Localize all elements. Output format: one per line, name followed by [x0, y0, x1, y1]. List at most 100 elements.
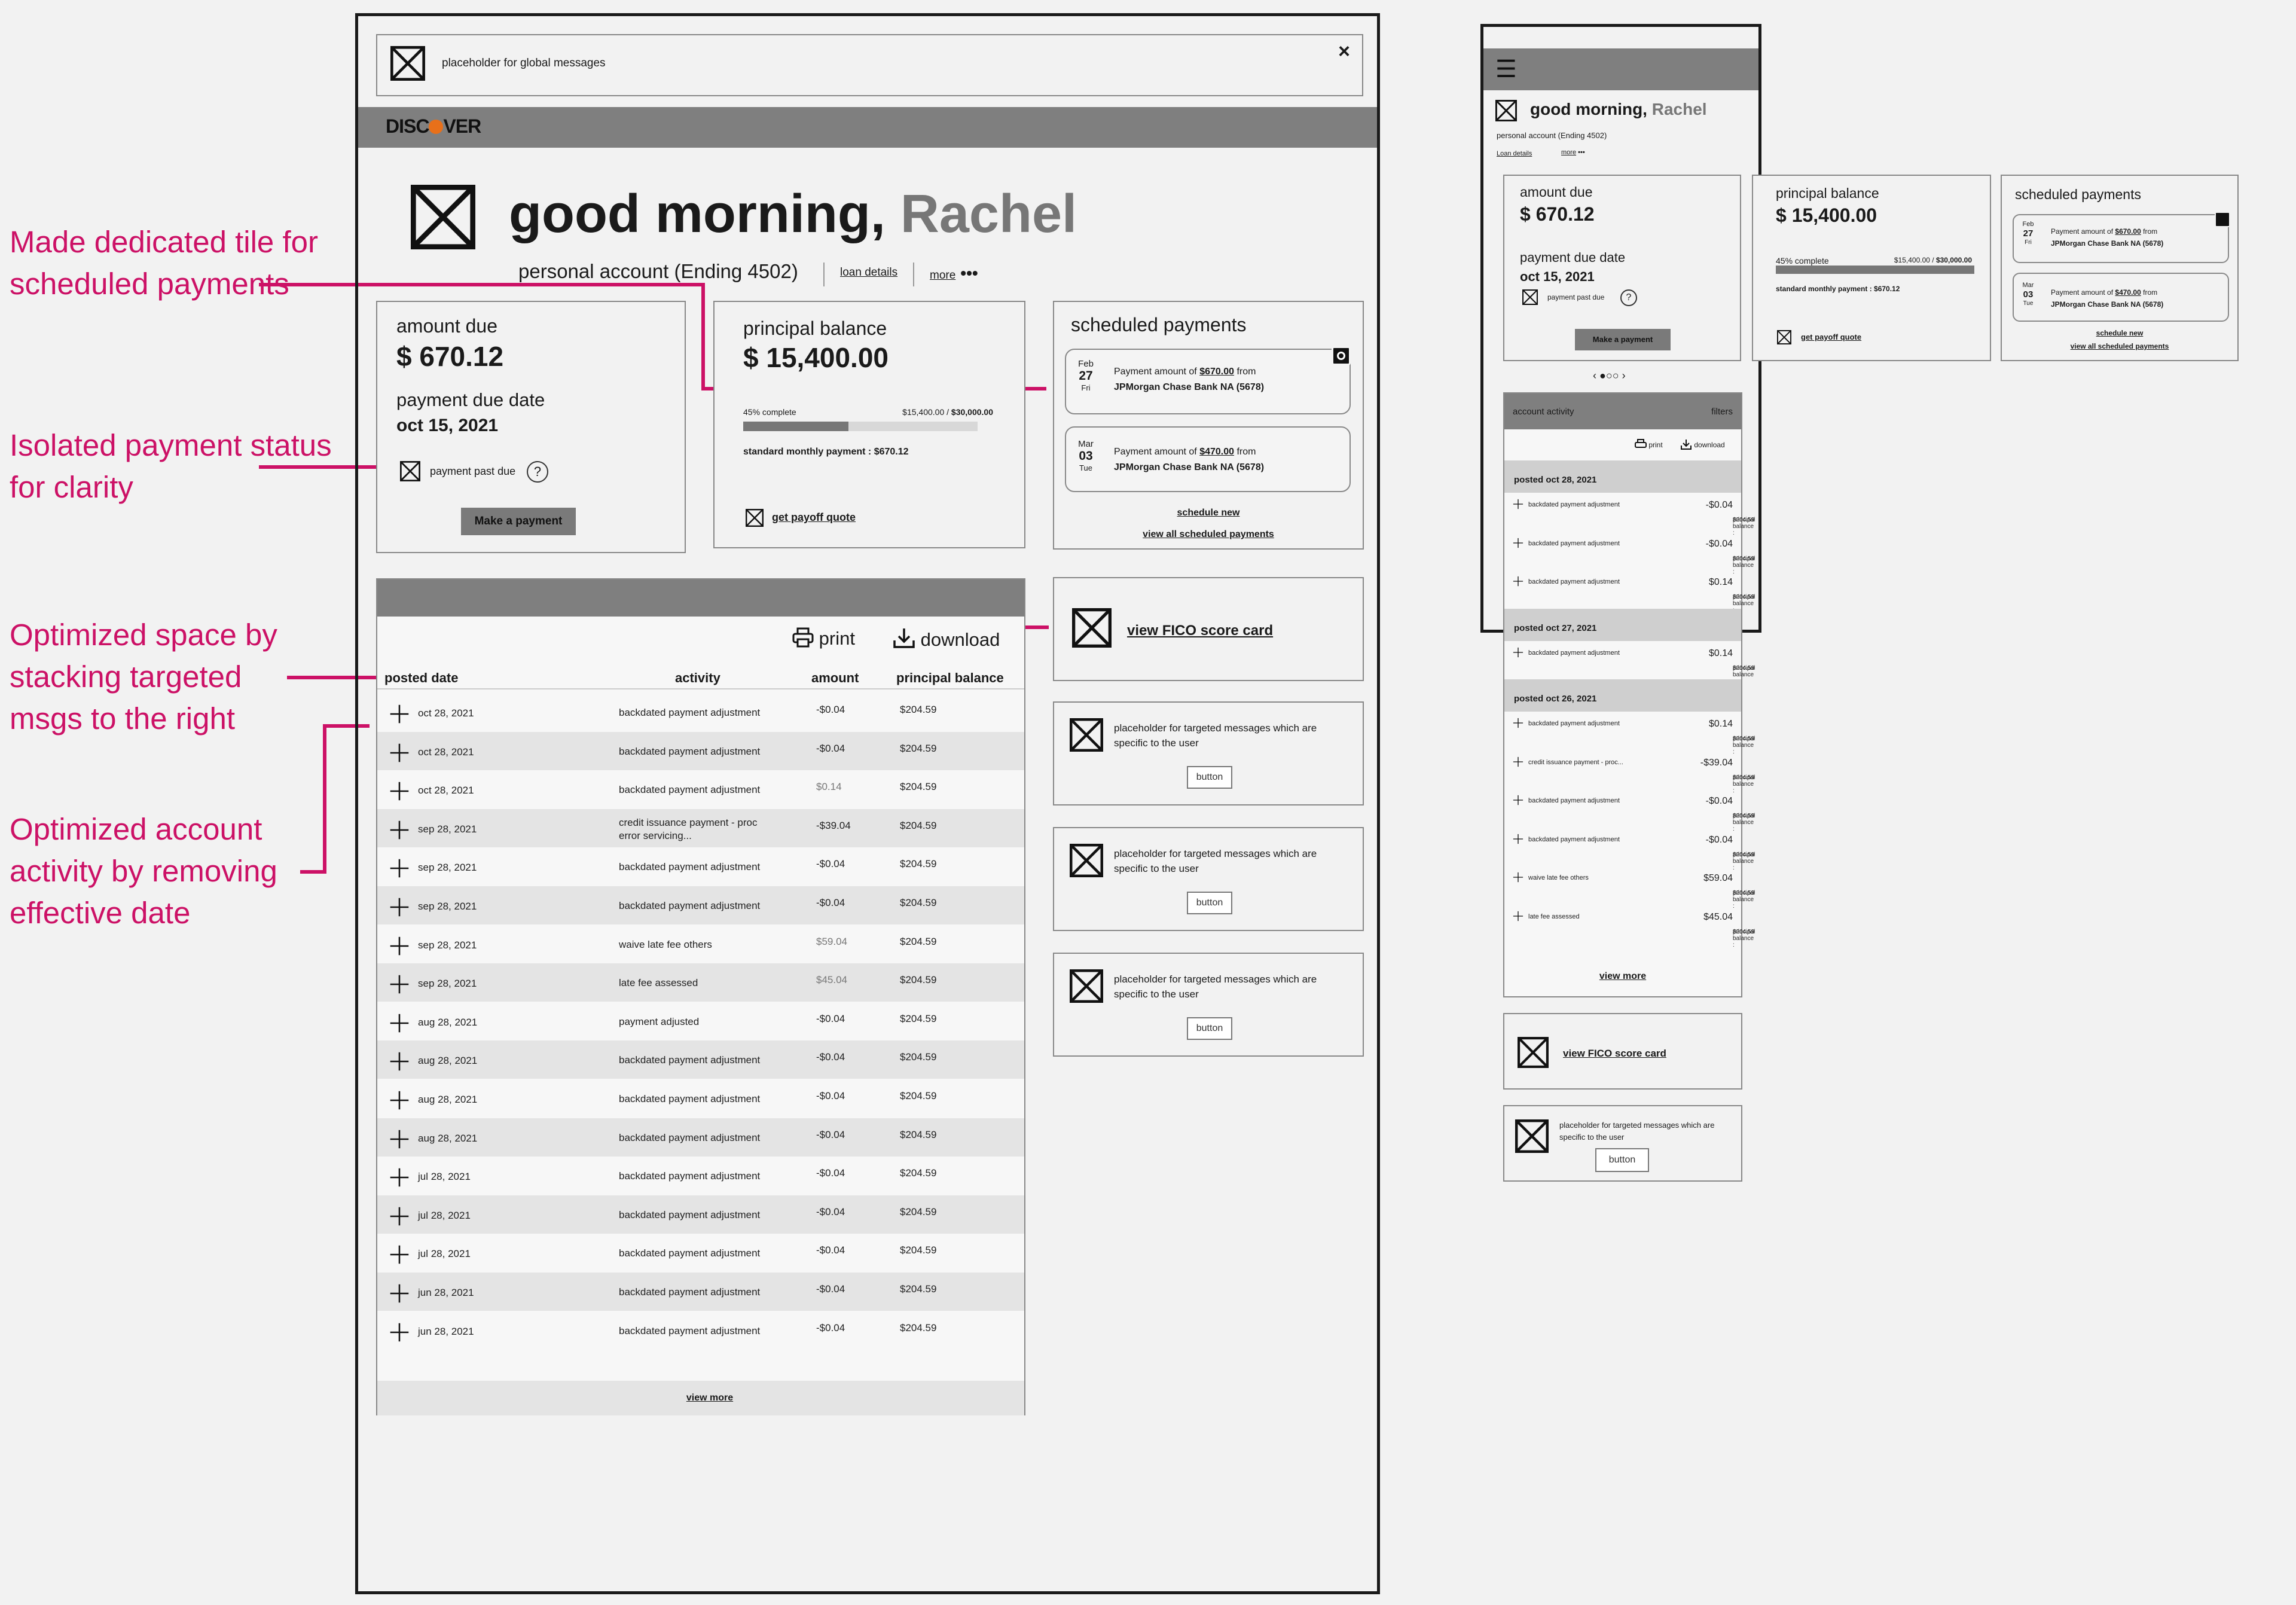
targeted-button[interactable]: button — [1187, 766, 1232, 789]
expand-plus-icon[interactable] — [1513, 872, 1523, 883]
schedule-new-link[interactable]: schedule new — [1054, 508, 1363, 518]
list-item[interactable]: backdated payment adjustment $0.14 princip… — [1504, 641, 1755, 685]
expand-plus-icon[interactable] — [389, 858, 410, 878]
schedule-new-link[interactable]: schedule new — [2002, 329, 2237, 337]
expand-plus-icon[interactable] — [389, 704, 410, 724]
scheduled-item[interactable]: Feb 27 Fri Payment amount of $670.00 from … — [1065, 346, 1351, 414]
expand-plus-icon[interactable] — [389, 1090, 410, 1110]
edit-icon[interactable] — [1332, 346, 1351, 365]
download-button[interactable]: download — [893, 627, 1000, 651]
loan-details-link[interactable]: loan details — [840, 266, 897, 279]
list-item[interactable]: backdated payment adjustment $0.14 princip… — [1504, 570, 1755, 614]
col-activity[interactable]: activity — [675, 670, 720, 686]
expand-plus-icon[interactable] — [389, 1013, 410, 1033]
help-icon[interactable]: ? — [527, 461, 548, 483]
table-row[interactable]: sep 28, 2021 backdated payment adjustment… — [377, 886, 1024, 924]
expand-plus-icon[interactable] — [389, 897, 410, 917]
expand-plus-icon[interactable] — [389, 781, 410, 801]
scheduled-item[interactable]: Feb 27 Fri Payment amount of $670.00 from … — [2013, 212, 2230, 263]
targeted-button[interactable]: button — [1187, 1017, 1232, 1040]
print-button[interactable]: print — [792, 627, 855, 649]
mobile-loan-details-link[interactable]: Loan details — [1497, 150, 1532, 157]
table-row[interactable]: jul 28, 2021 backdated payment adjustment… — [377, 1234, 1024, 1272]
expand-plus-icon[interactable] — [1513, 911, 1523, 921]
expand-plus-icon[interactable] — [1513, 795, 1523, 805]
table-row[interactable]: sep 28, 2021 late fee assessed $45.04 $204.… — [377, 963, 1024, 1002]
list-item[interactable]: waive late fee others $59.04 principal bal… — [1504, 866, 1755, 910]
filters-button[interactable]: filters — [1711, 407, 1733, 417]
expand-plus-icon[interactable] — [1513, 647, 1523, 658]
discover-logo[interactable]: DISC VER — [386, 115, 481, 138]
fico-link[interactable]: view FICO score card — [1563, 1048, 1666, 1060]
print-button[interactable]: print — [1635, 439, 1663, 450]
table-row[interactable]: sep 28, 2021 backdated payment adjustment… — [377, 847, 1024, 886]
table-row[interactable]: aug 28, 2021 backdated payment adjustment… — [377, 1040, 1024, 1079]
close-icon[interactable]: × — [1338, 40, 1350, 63]
activity-title: account activity — [1513, 407, 1574, 417]
expand-plus-icon[interactable] — [1513, 834, 1523, 844]
expand-plus-icon[interactable] — [389, 820, 410, 840]
expand-plus-icon[interactable] — [389, 1167, 410, 1188]
targeted-button[interactable]: button — [1595, 1148, 1649, 1172]
col-posted-date[interactable]: posted date — [384, 670, 458, 686]
col-amount[interactable]: amount — [811, 670, 859, 686]
make-payment-button[interactable]: Make a payment — [1575, 329, 1671, 350]
table-row[interactable]: jul 28, 2021 backdated payment adjustment… — [377, 1195, 1024, 1234]
prev-arrow-icon[interactable]: ‹ — [1593, 370, 1596, 382]
expand-plus-icon[interactable] — [389, 1206, 410, 1226]
mobile-view-more-link[interactable]: view more — [1504, 971, 1741, 982]
expand-plus-icon[interactable] — [1513, 499, 1523, 509]
table-row[interactable]: oct 28, 2021 backdated payment adjustment… — [377, 770, 1024, 808]
next-arrow-icon[interactable]: › — [1622, 370, 1626, 382]
edit-icon[interactable] — [2215, 212, 2230, 227]
amount-prefix: Payment amount of — [1114, 447, 1200, 457]
date-month: Mar — [2022, 282, 2034, 289]
table-row[interactable]: sep 28, 2021 waive late fee others $59.04 $… — [377, 925, 1024, 963]
list-item[interactable]: backdated payment adjustment $0.14 princip… — [1504, 712, 1755, 755]
payoff-quote-link[interactable]: get payoff quote — [1801, 332, 1861, 341]
fico-link[interactable]: view FICO score card — [1127, 623, 1273, 639]
table-row[interactable]: sep 28, 2021 credit issuance payment - pr… — [377, 808, 1024, 847]
table-row[interactable]: oct 28, 2021 backdated payment adjustment… — [377, 693, 1024, 731]
table-row[interactable]: aug 28, 2021 payment adjusted -$0.04 $204.5… — [377, 1002, 1024, 1040]
payoff-quote-link[interactable]: get payoff quote — [772, 511, 856, 524]
mobile-more-menu[interactable]: more ••• — [1561, 149, 1585, 156]
make-payment-button[interactable]: Make a payment — [461, 508, 576, 535]
hamburger-menu-icon[interactable]: ☰ — [1495, 56, 1517, 83]
help-icon[interactable]: ? — [1620, 289, 1637, 306]
expand-plus-icon[interactable] — [389, 743, 410, 763]
col-principal-balance[interactable]: principal balance — [896, 670, 1004, 686]
scheduled-item[interactable]: Mar 03 Tue Payment amount of $470.00 from … — [2013, 273, 2229, 322]
list-item[interactable]: credit issuance payment - proc... -$39.04… — [1504, 750, 1755, 794]
table-row[interactable]: oct 28, 2021 backdated payment adjustment… — [377, 731, 1024, 770]
expand-plus-icon[interactable] — [389, 1283, 410, 1304]
view-more-link[interactable]: view more — [377, 1393, 1024, 1403]
view-all-scheduled-link[interactable]: view all scheduled payments — [1054, 529, 1363, 540]
expand-plus-icon[interactable] — [389, 974, 410, 994]
expand-plus-icon[interactable] — [389, 1322, 410, 1342]
table-row[interactable]: aug 28, 2021 backdated payment adjustment… — [377, 1118, 1024, 1157]
table-row[interactable]: aug 28, 2021 backdated payment adjustment… — [377, 1079, 1024, 1118]
expand-plus-icon[interactable] — [1513, 718, 1523, 728]
expand-plus-icon[interactable] — [389, 1129, 410, 1149]
table-row[interactable]: jul 28, 2021 backdated payment adjustment… — [377, 1157, 1024, 1195]
more-menu[interactable]: more ••• — [930, 264, 978, 283]
list-item[interactable]: backdated payment adjustment -$0.04 princi… — [1504, 789, 1755, 832]
view-all-scheduled-link[interactable]: view all scheduled payments — [2002, 342, 2237, 350]
list-item[interactable]: backdated payment adjustment -$0.04 princi… — [1504, 828, 1755, 871]
scheduled-item[interactable]: Mar 03 Tue Payment amount of $470.00 from … — [1065, 426, 1351, 492]
list-item[interactable]: backdated payment adjustment -$0.04 princi… — [1504, 493, 1755, 536]
list-item[interactable]: late fee assessed $45.04 principal balance… — [1504, 905, 1755, 948]
carousel-pager[interactable]: ‹ ●○○ › — [1593, 370, 1626, 382]
targeted-button[interactable]: button — [1187, 892, 1232, 914]
expand-plus-icon[interactable] — [1513, 576, 1523, 587]
expand-plus-icon[interactable] — [389, 1051, 410, 1072]
list-item[interactable]: backdated payment adjustment -$0.04 princi… — [1504, 532, 1755, 575]
expand-plus-icon[interactable] — [389, 1244, 410, 1265]
download-button[interactable]: download — [1680, 439, 1725, 450]
expand-plus-icon[interactable] — [389, 936, 410, 956]
expand-plus-icon[interactable] — [1513, 756, 1523, 767]
table-row[interactable]: jun 28, 2021 backdated payment adjustment… — [377, 1273, 1024, 1311]
table-row[interactable]: jun 28, 2021 backdated payment adjustment… — [377, 1311, 1024, 1350]
expand-plus-icon[interactable] — [1513, 538, 1523, 548]
